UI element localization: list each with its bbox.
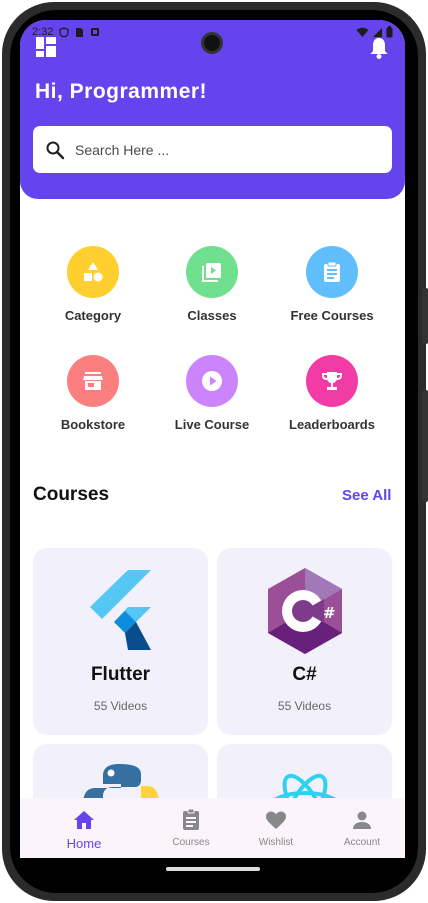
category-label: Category [64, 308, 122, 323]
shapes-icon [67, 246, 119, 298]
course-video-count: 55 Videos [277, 699, 332, 713]
category-label: Bookstore [60, 417, 126, 432]
category-label: Leaderboards [289, 417, 375, 432]
home-icon [74, 811, 94, 829]
category-item-live-course[interactable]: Live Course [147, 355, 277, 432]
person-icon [353, 811, 371, 829]
shield-status-icon [59, 26, 70, 38]
category-label: Free Courses [290, 308, 374, 323]
category-item-bookstore[interactable]: Bookstore [28, 355, 158, 432]
clipboard-icon [306, 246, 358, 298]
video-library-icon [186, 246, 238, 298]
search-icon [46, 141, 65, 159]
nav-label: Home [66, 836, 102, 851]
greeting-title: Hi, Programmer! [35, 80, 208, 103]
nav-item-wishlist[interactable]: Wishlist [241, 798, 311, 858]
app-screen: 2:32 Hi, Programmer! Search Here ... Cat… [20, 20, 405, 858]
category-item-category[interactable]: Category [28, 246, 158, 323]
bottom-nav: Home Courses Wishlist Account [20, 798, 405, 858]
course-video-count: 55 Videos [93, 699, 148, 713]
play-icon [186, 355, 238, 407]
see-all-link[interactable]: See All [342, 487, 391, 504]
volume-button [422, 390, 428, 502]
assignment-icon [183, 808, 199, 830]
search-input[interactable] [75, 141, 365, 158]
course-name: C# [292, 664, 317, 685]
heart-icon [266, 811, 286, 829]
category-item-leaderboards[interactable]: Leaderboards [267, 355, 397, 432]
svg-text:#: # [323, 604, 336, 622]
nav-label: Wishlist [258, 837, 294, 848]
bell-icon[interactable] [368, 36, 390, 60]
csharp-logo: # [267, 568, 342, 654]
flutter-logo [89, 570, 151, 650]
nav-label: Account [343, 837, 381, 848]
category-label: Live Course [174, 417, 250, 432]
notification-status-icon [91, 28, 100, 36]
nav-item-courses[interactable]: Courses [156, 798, 226, 858]
header: 2:32 Hi, Programmer! [20, 20, 405, 199]
home-indicator[interactable] [166, 867, 260, 871]
course-card-csharp[interactable]: # C# 55 Videos [217, 548, 392, 735]
nav-item-account[interactable]: Account [327, 798, 397, 858]
trophy-icon [306, 355, 358, 407]
courses-section-title: Courses [33, 484, 110, 505]
store-icon [67, 355, 119, 407]
sim-card-icon [76, 27, 84, 37]
course-name: Flutter [90, 664, 151, 685]
category-item-free-courses[interactable]: Free Courses [267, 246, 397, 323]
nav-label: Courses [172, 837, 210, 848]
category-item-classes[interactable]: Classes [147, 246, 277, 323]
nav-item-home[interactable]: Home [49, 798, 119, 858]
dashboard-icon[interactable] [35, 36, 57, 58]
power-button [422, 288, 428, 344]
category-label: Classes [187, 308, 237, 323]
front-camera [201, 32, 223, 54]
course-card-flutter[interactable]: Flutter 55 Videos [33, 548, 208, 735]
search-box[interactable] [33, 126, 392, 173]
